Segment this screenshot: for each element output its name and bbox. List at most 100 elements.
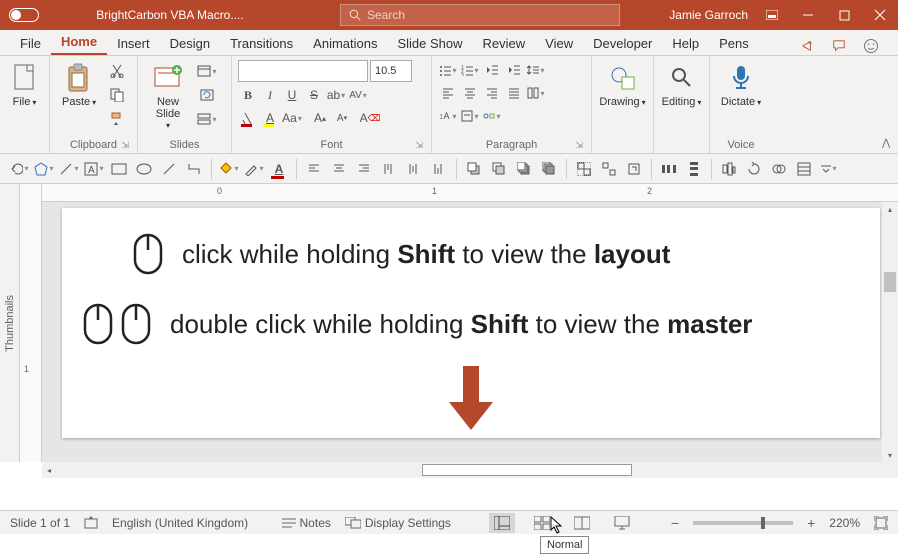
decrease-indent-button[interactable] <box>482 60 502 80</box>
group-icon[interactable] <box>573 158 595 180</box>
tab-home[interactable]: Home <box>51 30 107 55</box>
increase-font-button[interactable]: A▴ <box>310 108 330 128</box>
font-name-input[interactable] <box>238 60 368 82</box>
shape-rect-icon[interactable] <box>108 158 130 180</box>
rotate-icon[interactable] <box>743 158 765 180</box>
tab-file[interactable]: File <box>10 32 51 55</box>
shape-line2-icon[interactable] <box>158 158 180 180</box>
merge-icon[interactable] <box>768 158 790 180</box>
reset-icon[interactable] <box>196 84 218 106</box>
format-painter-icon[interactable] <box>106 108 128 130</box>
scroll-thumb[interactable] <box>884 272 896 292</box>
shadow-button[interactable]: ab <box>326 85 346 105</box>
increase-indent-button[interactable] <box>504 60 524 80</box>
justify-button[interactable] <box>504 83 524 103</box>
highlight-button[interactable]: A <box>260 108 280 128</box>
vertical-scrollbar[interactable]: ▴ ▾ <box>882 202 898 462</box>
slide-counter[interactable]: Slide 1 of 1 <box>10 516 70 530</box>
italic-button[interactable]: I <box>260 85 280 105</box>
collapse-ribbon-icon[interactable]: ⋀ <box>882 138 890 149</box>
align-left-qat[interactable] <box>303 158 325 180</box>
more-commands-icon[interactable] <box>818 158 840 180</box>
zoom-in-button[interactable]: + <box>807 515 815 531</box>
undo-button[interactable] <box>8 158 30 180</box>
search-box[interactable]: Search <box>340 4 620 26</box>
line-spacing-button[interactable] <box>526 60 546 80</box>
accessibility-icon[interactable] <box>84 516 98 530</box>
clear-formatting-button[interactable]: A⌫ <box>360 108 380 128</box>
layout-icon[interactable] <box>196 60 218 82</box>
smartart-button[interactable] <box>482 106 502 126</box>
feedback-icon[interactable] <box>862 37 880 55</box>
horizontal-scrollbar[interactable]: ◂ ▸ <box>42 462 898 478</box>
user-name[interactable]: Jamie Garroch <box>669 8 748 22</box>
bring-front-icon[interactable] <box>513 158 535 180</box>
tab-animations[interactable]: Animations <box>303 32 387 55</box>
fit-to-window-button[interactable] <box>874 516 888 530</box>
maximize-button[interactable] <box>826 0 862 30</box>
new-slide-button[interactable]: New Slide▾ <box>144 60 192 133</box>
autosave-toggle[interactable] <box>0 8 48 22</box>
slide-sorter-button[interactable] <box>529 513 555 533</box>
align-text-button[interactable] <box>460 106 480 126</box>
minimize-button[interactable] <box>790 0 826 30</box>
tab-pens[interactable]: Pens <box>709 32 759 55</box>
zoom-level[interactable]: 220% <box>829 516 860 530</box>
font-color-qat-icon[interactable]: A <box>268 158 290 180</box>
slideshow-view-button[interactable] <box>609 513 635 533</box>
distribute-h-icon[interactable] <box>658 158 680 180</box>
font-color-button[interactable] <box>238 108 258 128</box>
shape-line-icon[interactable] <box>58 158 80 180</box>
align-top-qat[interactable] <box>378 158 400 180</box>
zoom-slider[interactable] <box>693 521 793 525</box>
tab-design[interactable]: Design <box>160 32 220 55</box>
paste-button[interactable]: Paste▾ <box>56 60 102 110</box>
thumbnails-panel-tab[interactable]: Thumbnails <box>0 184 20 462</box>
tab-transitions[interactable]: Transitions <box>220 32 303 55</box>
reading-view-button[interactable] <box>569 513 595 533</box>
ribbon-display-icon[interactable] <box>754 0 790 30</box>
normal-view-button[interactable] <box>489 513 515 533</box>
tab-slideshow[interactable]: Slide Show <box>387 32 472 55</box>
scroll-up-icon[interactable]: ▴ <box>884 202 896 216</box>
align-center-qat[interactable] <box>328 158 350 180</box>
tab-review[interactable]: Review <box>473 32 536 55</box>
shape-outline-icon[interactable] <box>243 158 265 180</box>
align-middle-v-qat[interactable] <box>403 158 425 180</box>
section-icon[interactable] <box>196 108 218 130</box>
notes-button[interactable]: Notes <box>282 516 331 530</box>
shape-text-icon[interactable]: A <box>83 158 105 180</box>
align-right-qat[interactable] <box>353 158 375 180</box>
send-backward-icon[interactable] <box>488 158 510 180</box>
selection-pane-icon[interactable] <box>793 158 815 180</box>
align-left-button[interactable] <box>438 83 458 103</box>
scroll-left-icon[interactable]: ◂ <box>42 463 56 477</box>
dictate-button[interactable]: Dictate▾ <box>715 60 767 110</box>
slide-canvas[interactable]: click while holding Shift to view the la… <box>62 208 880 438</box>
cut-icon[interactable] <box>106 60 128 82</box>
bold-button[interactable]: B <box>238 85 258 105</box>
copy-icon[interactable] <box>106 84 128 106</box>
editing-button[interactable]: Editing▾ <box>656 60 708 110</box>
columns-button[interactable] <box>526 83 546 103</box>
send-back-icon[interactable] <box>538 158 560 180</box>
bullets-button[interactable] <box>438 60 458 80</box>
comments-icon[interactable] <box>830 37 848 55</box>
arrange-icon[interactable] <box>718 158 740 180</box>
bring-forward-icon[interactable] <box>463 158 485 180</box>
character-spacing-button[interactable]: AV <box>348 85 368 105</box>
numbering-button[interactable]: 123 <box>460 60 480 80</box>
scroll-thumb-h[interactable] <box>422 464 632 476</box>
zoom-out-button[interactable]: − <box>671 515 679 531</box>
tab-help[interactable]: Help <box>662 32 709 55</box>
distribute-v-icon[interactable] <box>683 158 705 180</box>
close-button[interactable] <box>862 0 898 30</box>
font-launcher-icon[interactable]: ⇲ <box>415 140 423 151</box>
scroll-down-icon[interactable]: ▾ <box>884 448 896 462</box>
font-size-input[interactable]: 10.5 <box>370 60 412 82</box>
text-direction-button[interactable]: ↕A <box>438 106 458 126</box>
paragraph-launcher-icon[interactable]: ⇲ <box>575 140 583 151</box>
align-center-button[interactable] <box>460 83 480 103</box>
underline-button[interactable]: U <box>282 85 302 105</box>
clipboard-launcher-icon[interactable]: ⇲ <box>121 140 129 151</box>
